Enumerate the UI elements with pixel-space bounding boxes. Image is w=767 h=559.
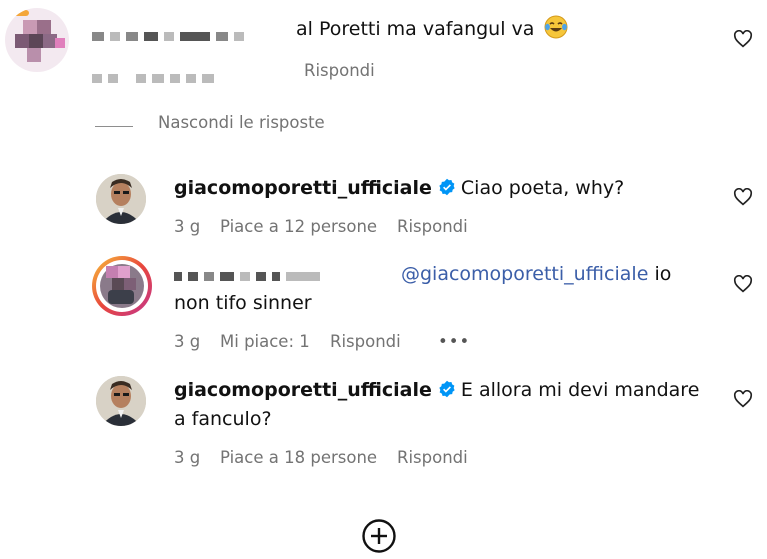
heart-icon[interactable] [733, 390, 753, 408]
divider-line [95, 126, 133, 127]
comment-text: al Poretti ma vafangul va [296, 15, 568, 48]
verified-badge-icon [439, 178, 455, 196]
reply-text-line2: non tifo sinner [174, 292, 312, 314]
reply-link[interactable]: Rispondi [397, 217, 468, 236]
timestamp: 3 g [174, 217, 201, 236]
timestamp: 3 g [174, 332, 201, 351]
username-pixelated[interactable] [174, 266, 394, 282]
likes-count[interactable]: Mi piace: 1 [220, 332, 310, 351]
avatar[interactable] [92, 256, 152, 316]
tears-of-joy-emoji [544, 15, 568, 48]
username[interactable]: giacomoporetti_ufficiale [174, 379, 432, 401]
plus-circle-icon[interactable] [361, 518, 397, 554]
reply-text-line1: E allora mi devi mandare [460, 379, 700, 401]
comment-text-tail: al Poretti ma vafangul va [296, 18, 535, 40]
hide-replies-label[interactable]: Nascondi le risposte [158, 113, 325, 132]
likes-count[interactable]: Piace a 18 persone [220, 448, 377, 467]
avatar[interactable] [5, 8, 69, 72]
meta-pixelated [92, 68, 292, 83]
reply-text: Ciao poeta, why? [460, 177, 625, 199]
profile-photo [96, 376, 146, 426]
avatar[interactable] [96, 376, 146, 426]
reply-text-line2: a fanculo? [174, 408, 272, 430]
heart-icon[interactable] [733, 275, 753, 293]
reply-link[interactable]: Rispondi [330, 332, 401, 351]
verified-badge-icon [439, 380, 455, 398]
likes-count[interactable]: Piace a 12 persone [220, 217, 377, 236]
reply-text-line1: io [654, 263, 672, 285]
more-options-icon[interactable]: ••• [438, 332, 470, 351]
reply-link[interactable]: Rispondi [304, 61, 375, 80]
heart-icon[interactable] [733, 30, 753, 48]
username[interactable]: giacomoporetti_ufficiale [174, 177, 432, 199]
reply-link[interactable]: Rispondi [397, 448, 468, 467]
timestamp: 3 g [174, 448, 201, 467]
heart-icon[interactable] [733, 188, 753, 206]
username-pixelated[interactable] [92, 26, 292, 42]
mention-link[interactable]: @giacomoporetti_ufficiale [401, 263, 648, 285]
